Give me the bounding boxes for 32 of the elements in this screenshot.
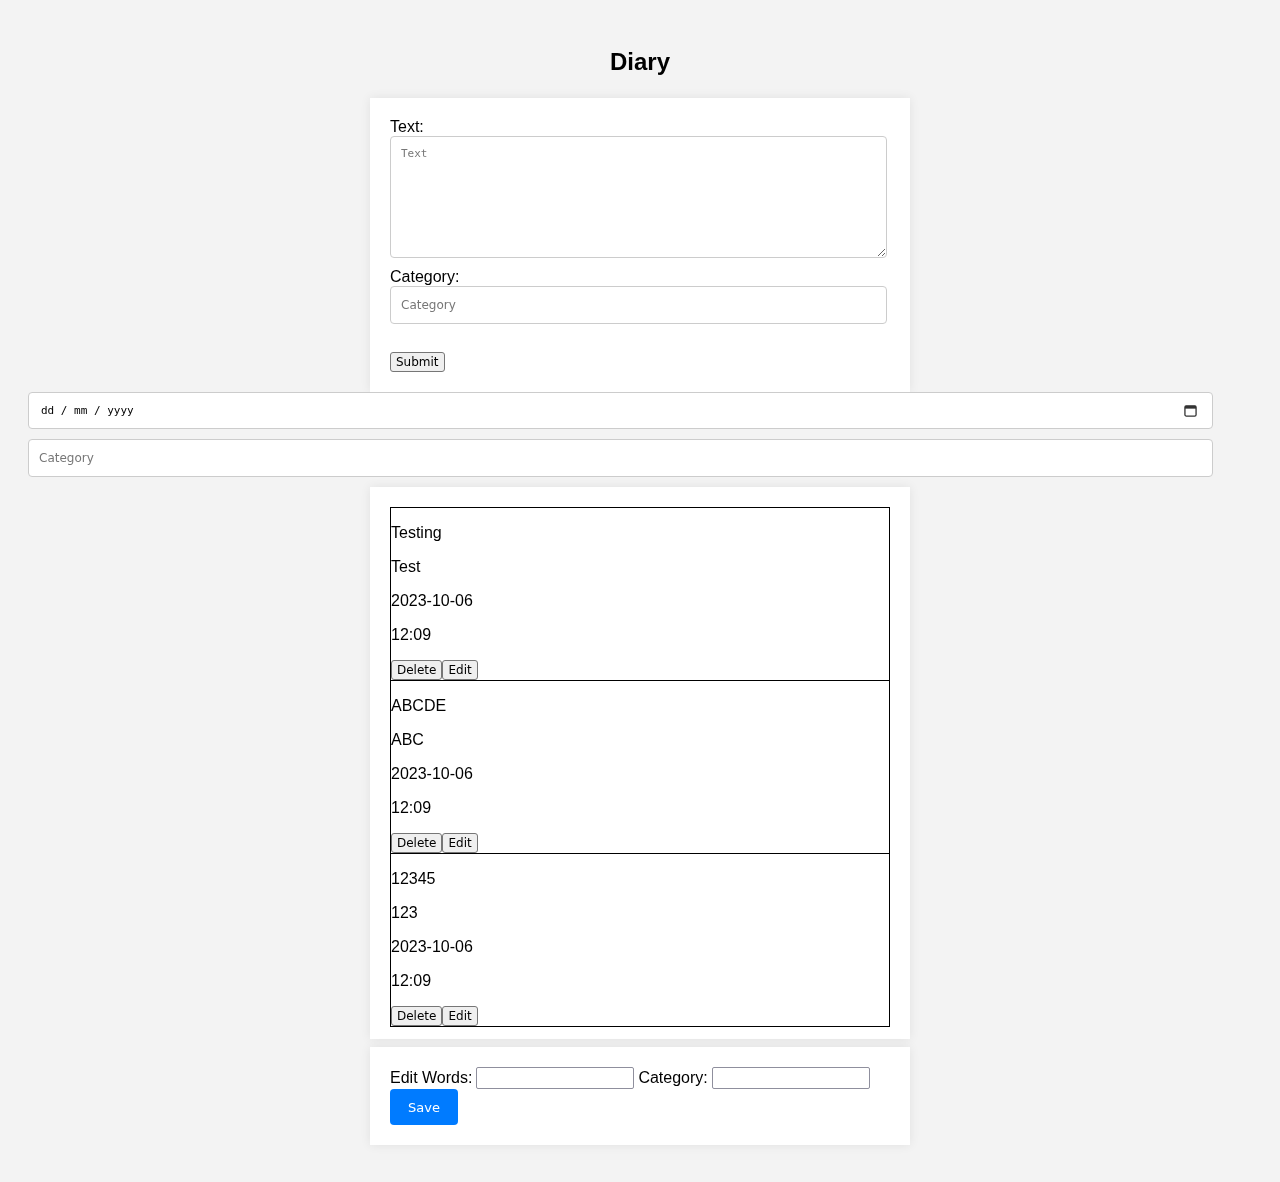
entry-text: 12345 bbox=[391, 870, 437, 888]
entry-category: Test bbox=[391, 558, 422, 576]
entry-time: 12:09 bbox=[391, 972, 433, 990]
date-filter-field[interactable]: dd / mm / yyyy bbox=[28, 392, 1213, 429]
category-filter-field[interactable]: Category bbox=[28, 439, 1213, 477]
entry-date: 2023-10-06 bbox=[391, 938, 474, 956]
category-label: Category: bbox=[390, 268, 460, 286]
edit-category-field[interactable] bbox=[711, 1067, 870, 1089]
save-button[interactable]: Save bbox=[390, 1089, 458, 1125]
entry-text: Testing bbox=[391, 524, 443, 542]
text-input-field[interactable]: Text bbox=[390, 136, 887, 258]
edit-category-label: Category: bbox=[638, 1068, 708, 1088]
entry-category: ABC bbox=[391, 731, 425, 749]
delete-button[interactable]: Delete bbox=[391, 660, 443, 680]
edit-button[interactable]: Edit bbox=[442, 1006, 478, 1026]
edit-words-field[interactable] bbox=[476, 1067, 635, 1089]
edit-button[interactable]: Edit bbox=[442, 660, 478, 680]
delete-button[interactable]: Delete bbox=[391, 1006, 443, 1026]
page-title: Diary bbox=[609, 47, 670, 77]
calendar-icon[interactable] bbox=[1184, 404, 1197, 417]
category-input-field[interactable]: Category bbox=[390, 286, 887, 324]
entry-time: 12:09 bbox=[391, 799, 433, 817]
edit-button[interactable]: Edit bbox=[442, 833, 478, 853]
delete-button[interactable]: Delete bbox=[391, 833, 443, 853]
submit-button[interactable]: Submit bbox=[390, 352, 445, 372]
entry-time: 12:09 bbox=[391, 626, 433, 644]
text-label: Text: bbox=[390, 118, 424, 136]
entry-text: ABCDE bbox=[391, 697, 448, 715]
entry-date: 2023-10-06 bbox=[391, 765, 474, 783]
entry-date: 2023-10-06 bbox=[391, 592, 474, 610]
entry-category: 123 bbox=[391, 904, 419, 922]
edit-words-label: Edit Words: bbox=[390, 1068, 473, 1088]
